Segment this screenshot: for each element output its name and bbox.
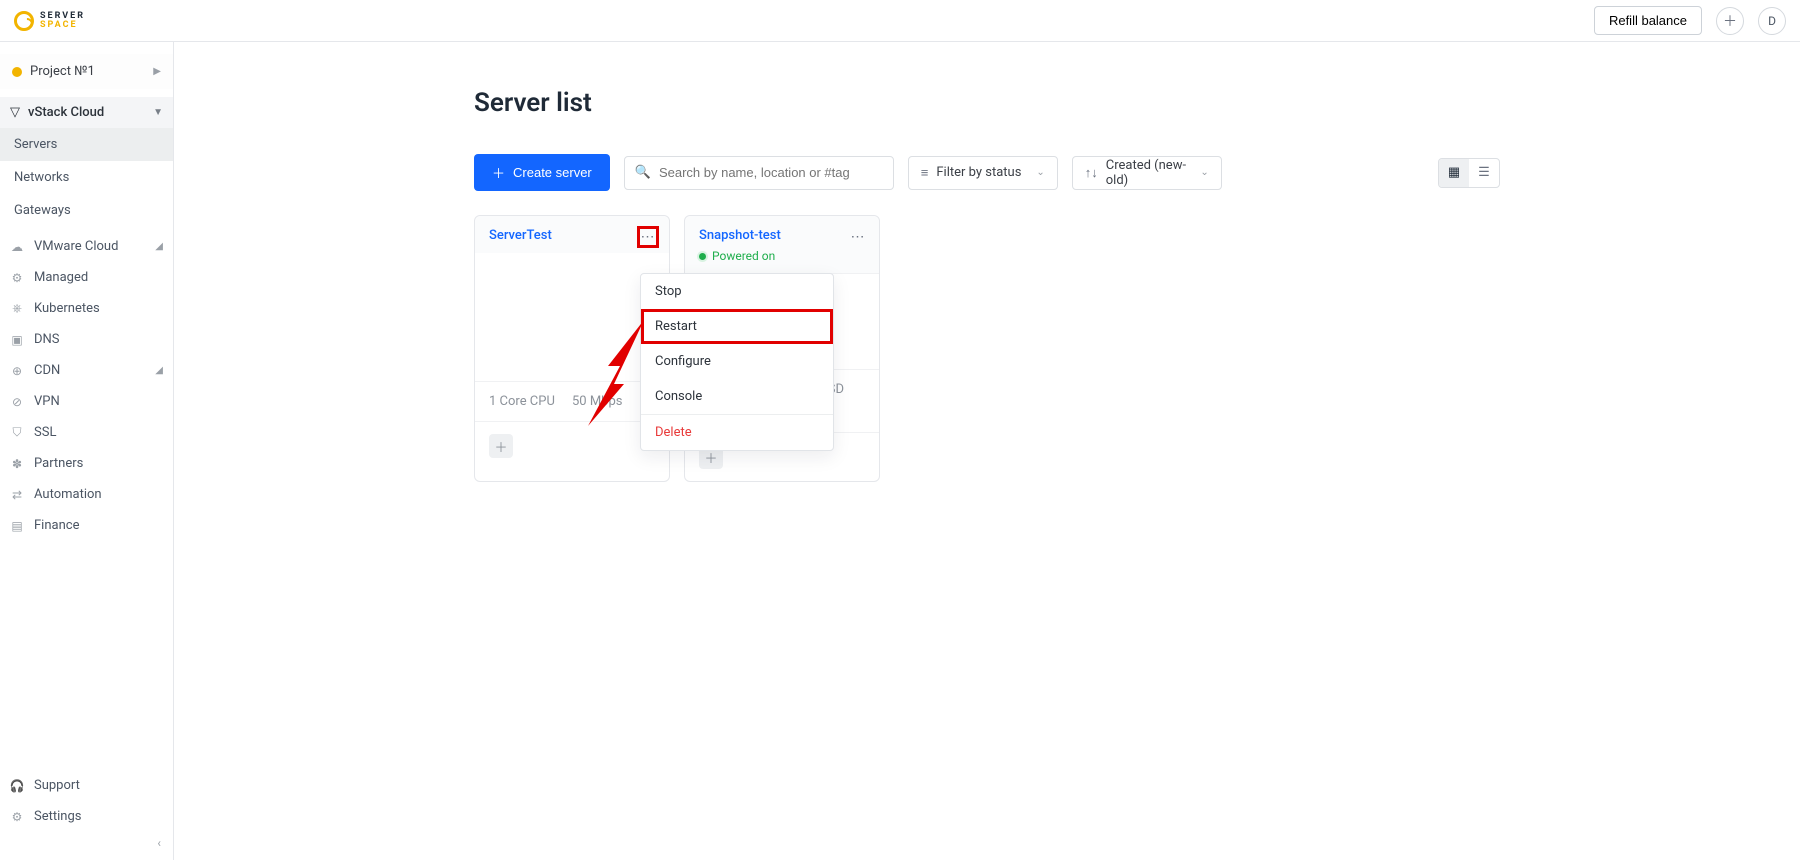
menu-item-stop[interactable]: Stop bbox=[641, 274, 833, 309]
label: CDN bbox=[34, 363, 60, 378]
create-plus-button[interactable]: ＋ bbox=[1716, 7, 1744, 35]
sort-select[interactable]: ↑↓ Created (new-old) ⌄ bbox=[1072, 156, 1222, 190]
label: Managed bbox=[34, 270, 88, 285]
list-icon: ☰ bbox=[1478, 165, 1490, 180]
label: Kubernetes bbox=[34, 301, 100, 316]
refill-balance-button[interactable]: Refill balance bbox=[1594, 6, 1702, 35]
label: Partners bbox=[34, 456, 83, 471]
dns-icon: ▣ bbox=[10, 333, 24, 347]
project-dot-icon bbox=[12, 67, 22, 77]
sort-icon: ↑↓ bbox=[1085, 165, 1098, 181]
sidebar-item-automation[interactable]: ⇄ Automation bbox=[0, 479, 173, 510]
managed-icon: ⚙ bbox=[10, 271, 24, 285]
sidebar-item-kubernetes[interactable]: ⎈ Kubernetes bbox=[0, 293, 173, 324]
project-name: Project №1 bbox=[30, 64, 95, 79]
kubernetes-icon: ⎈ bbox=[10, 301, 24, 316]
add-tag-button[interactable]: ＋ bbox=[489, 434, 513, 458]
sidebar-item-dns[interactable]: ▣ DNS bbox=[0, 324, 173, 355]
chevron-icon: ◢ bbox=[155, 365, 163, 376]
view-list-button[interactable]: ☰ bbox=[1469, 159, 1499, 187]
sliders-icon: ≡ bbox=[921, 165, 929, 181]
grid-icon: ▦ bbox=[1448, 165, 1460, 180]
topbar: SERVER SPACE Refill balance ＋ D bbox=[0, 0, 1800, 42]
spec-cpu: 1 Core CPU bbox=[489, 394, 572, 409]
server-status: Powered on bbox=[699, 249, 865, 263]
status-label: Powered on bbox=[712, 249, 775, 263]
avatar[interactable]: D bbox=[1758, 7, 1786, 35]
cloud-icon: ☁ bbox=[10, 240, 24, 254]
chevron-down-icon: ⌄ bbox=[1036, 167, 1044, 178]
chevron-down-icon: ⌄ bbox=[1200, 167, 1208, 178]
server-cards: ServerTest ⋯ 1 Core CPU 50 Mbps ＋ Snapsh… bbox=[474, 215, 1500, 482]
chevron-down-icon: ▼ bbox=[153, 107, 163, 118]
server-card-title[interactable]: ServerTest bbox=[489, 228, 655, 243]
sidebar-collapse-button[interactable]: ‹ bbox=[157, 836, 161, 850]
label: VPN bbox=[34, 394, 60, 409]
page-title: Server list bbox=[474, 88, 1500, 118]
shield-icon: ⛉ bbox=[10, 425, 24, 440]
sidebar-item-settings[interactable]: ⚙ Settings bbox=[0, 801, 173, 832]
create-server-button[interactable]: ＋ Create server bbox=[474, 154, 610, 191]
gear-icon: ⚙ bbox=[10, 810, 24, 824]
sidebar-item-managed[interactable]: ⚙ Managed bbox=[0, 262, 173, 293]
view-toggle: ▦ ☰ bbox=[1438, 158, 1500, 188]
sidebar-item-vmware[interactable]: ☁ VMware Cloud ◢ bbox=[0, 231, 173, 262]
sidebar-item-servers[interactable]: Servers bbox=[0, 128, 173, 161]
filter-label: Filter by status bbox=[936, 165, 1021, 180]
project-selector[interactable]: Project №1 ▶ bbox=[0, 54, 173, 89]
logo-icon bbox=[14, 11, 34, 31]
partners-icon: ✽ bbox=[10, 457, 24, 471]
sidebar-section-vstack[interactable]: ▽ vStack Cloud ▼ bbox=[0, 97, 173, 128]
menu-item-delete[interactable]: Delete bbox=[641, 415, 833, 450]
label: VMware Cloud bbox=[34, 239, 118, 254]
filter-status-select[interactable]: ≡ Filter by status ⌄ bbox=[908, 156, 1058, 190]
label: Support bbox=[34, 778, 80, 793]
card-kebab-button[interactable]: ⋯ bbox=[637, 226, 659, 248]
view-grid-button[interactable]: ▦ bbox=[1439, 159, 1469, 187]
search-icon: 🔍 bbox=[635, 165, 651, 180]
label: DNS bbox=[34, 332, 60, 347]
card-action-menu: Stop Restart Configure Console Delete bbox=[640, 273, 834, 451]
plus-icon: ＋ bbox=[492, 163, 505, 182]
vstack-icon: ▽ bbox=[10, 105, 20, 120]
label: Settings bbox=[34, 809, 81, 824]
sidebar-item-networks[interactable]: Networks bbox=[0, 161, 173, 194]
logo-text: SERVER SPACE bbox=[40, 12, 85, 30]
server-card-title[interactable]: Snapshot-test bbox=[699, 228, 865, 243]
main-content: Server list ＋ Create server 🔍 ≡ Filter b… bbox=[174, 42, 1800, 860]
sidebar: Project №1 ▶ ▽ vStack Cloud ▼ Servers Ne… bbox=[0, 42, 174, 860]
sidebar-item-vpn[interactable]: ⊘ VPN bbox=[0, 386, 173, 417]
finance-icon: ▤ bbox=[10, 519, 24, 533]
sidebar-item-finance[interactable]: ▤ Finance bbox=[0, 510, 173, 541]
chevron-right-icon: ▶ bbox=[153, 66, 161, 77]
chevron-icon: ◢ bbox=[155, 241, 163, 252]
search-input[interactable] bbox=[659, 159, 883, 186]
sort-label: Created (new-old) bbox=[1106, 158, 1193, 188]
vpn-icon: ⊘ bbox=[10, 395, 24, 409]
search-box[interactable]: 🔍 bbox=[624, 156, 894, 190]
menu-item-console[interactable]: Console bbox=[641, 379, 833, 414]
sidebar-item-support[interactable]: 🎧 Support bbox=[0, 770, 173, 801]
sidebar-item-partners[interactable]: ✽ Partners bbox=[0, 448, 173, 479]
topbar-right: Refill balance ＋ D bbox=[1594, 6, 1786, 35]
sidebar-item-cdn[interactable]: ⊕ CDN ◢ bbox=[0, 355, 173, 386]
menu-item-restart[interactable]: Restart bbox=[641, 309, 833, 344]
label: SSL bbox=[34, 425, 56, 440]
label: Finance bbox=[34, 518, 79, 533]
label: Automation bbox=[34, 487, 102, 502]
card-kebab-button[interactable]: ⋯ bbox=[847, 226, 869, 248]
automation-icon: ⇄ bbox=[10, 488, 24, 502]
menu-item-configure[interactable]: Configure bbox=[641, 344, 833, 379]
cdn-icon: ⊕ bbox=[10, 364, 24, 378]
sidebar-item-gateways[interactable]: Gateways bbox=[0, 194, 173, 227]
sidebar-item-ssl[interactable]: ⛉ SSL bbox=[0, 417, 173, 448]
support-icon: 🎧 bbox=[10, 779, 24, 793]
vstack-label: vStack Cloud bbox=[28, 105, 104, 120]
toolbar: ＋ Create server 🔍 ≡ Filter by status ⌄ ↑… bbox=[474, 154, 1500, 191]
status-dot-icon bbox=[699, 253, 706, 260]
create-label: Create server bbox=[513, 165, 592, 180]
plus-icon: ＋ bbox=[1723, 11, 1737, 31]
logo[interactable]: SERVER SPACE bbox=[14, 11, 85, 31]
